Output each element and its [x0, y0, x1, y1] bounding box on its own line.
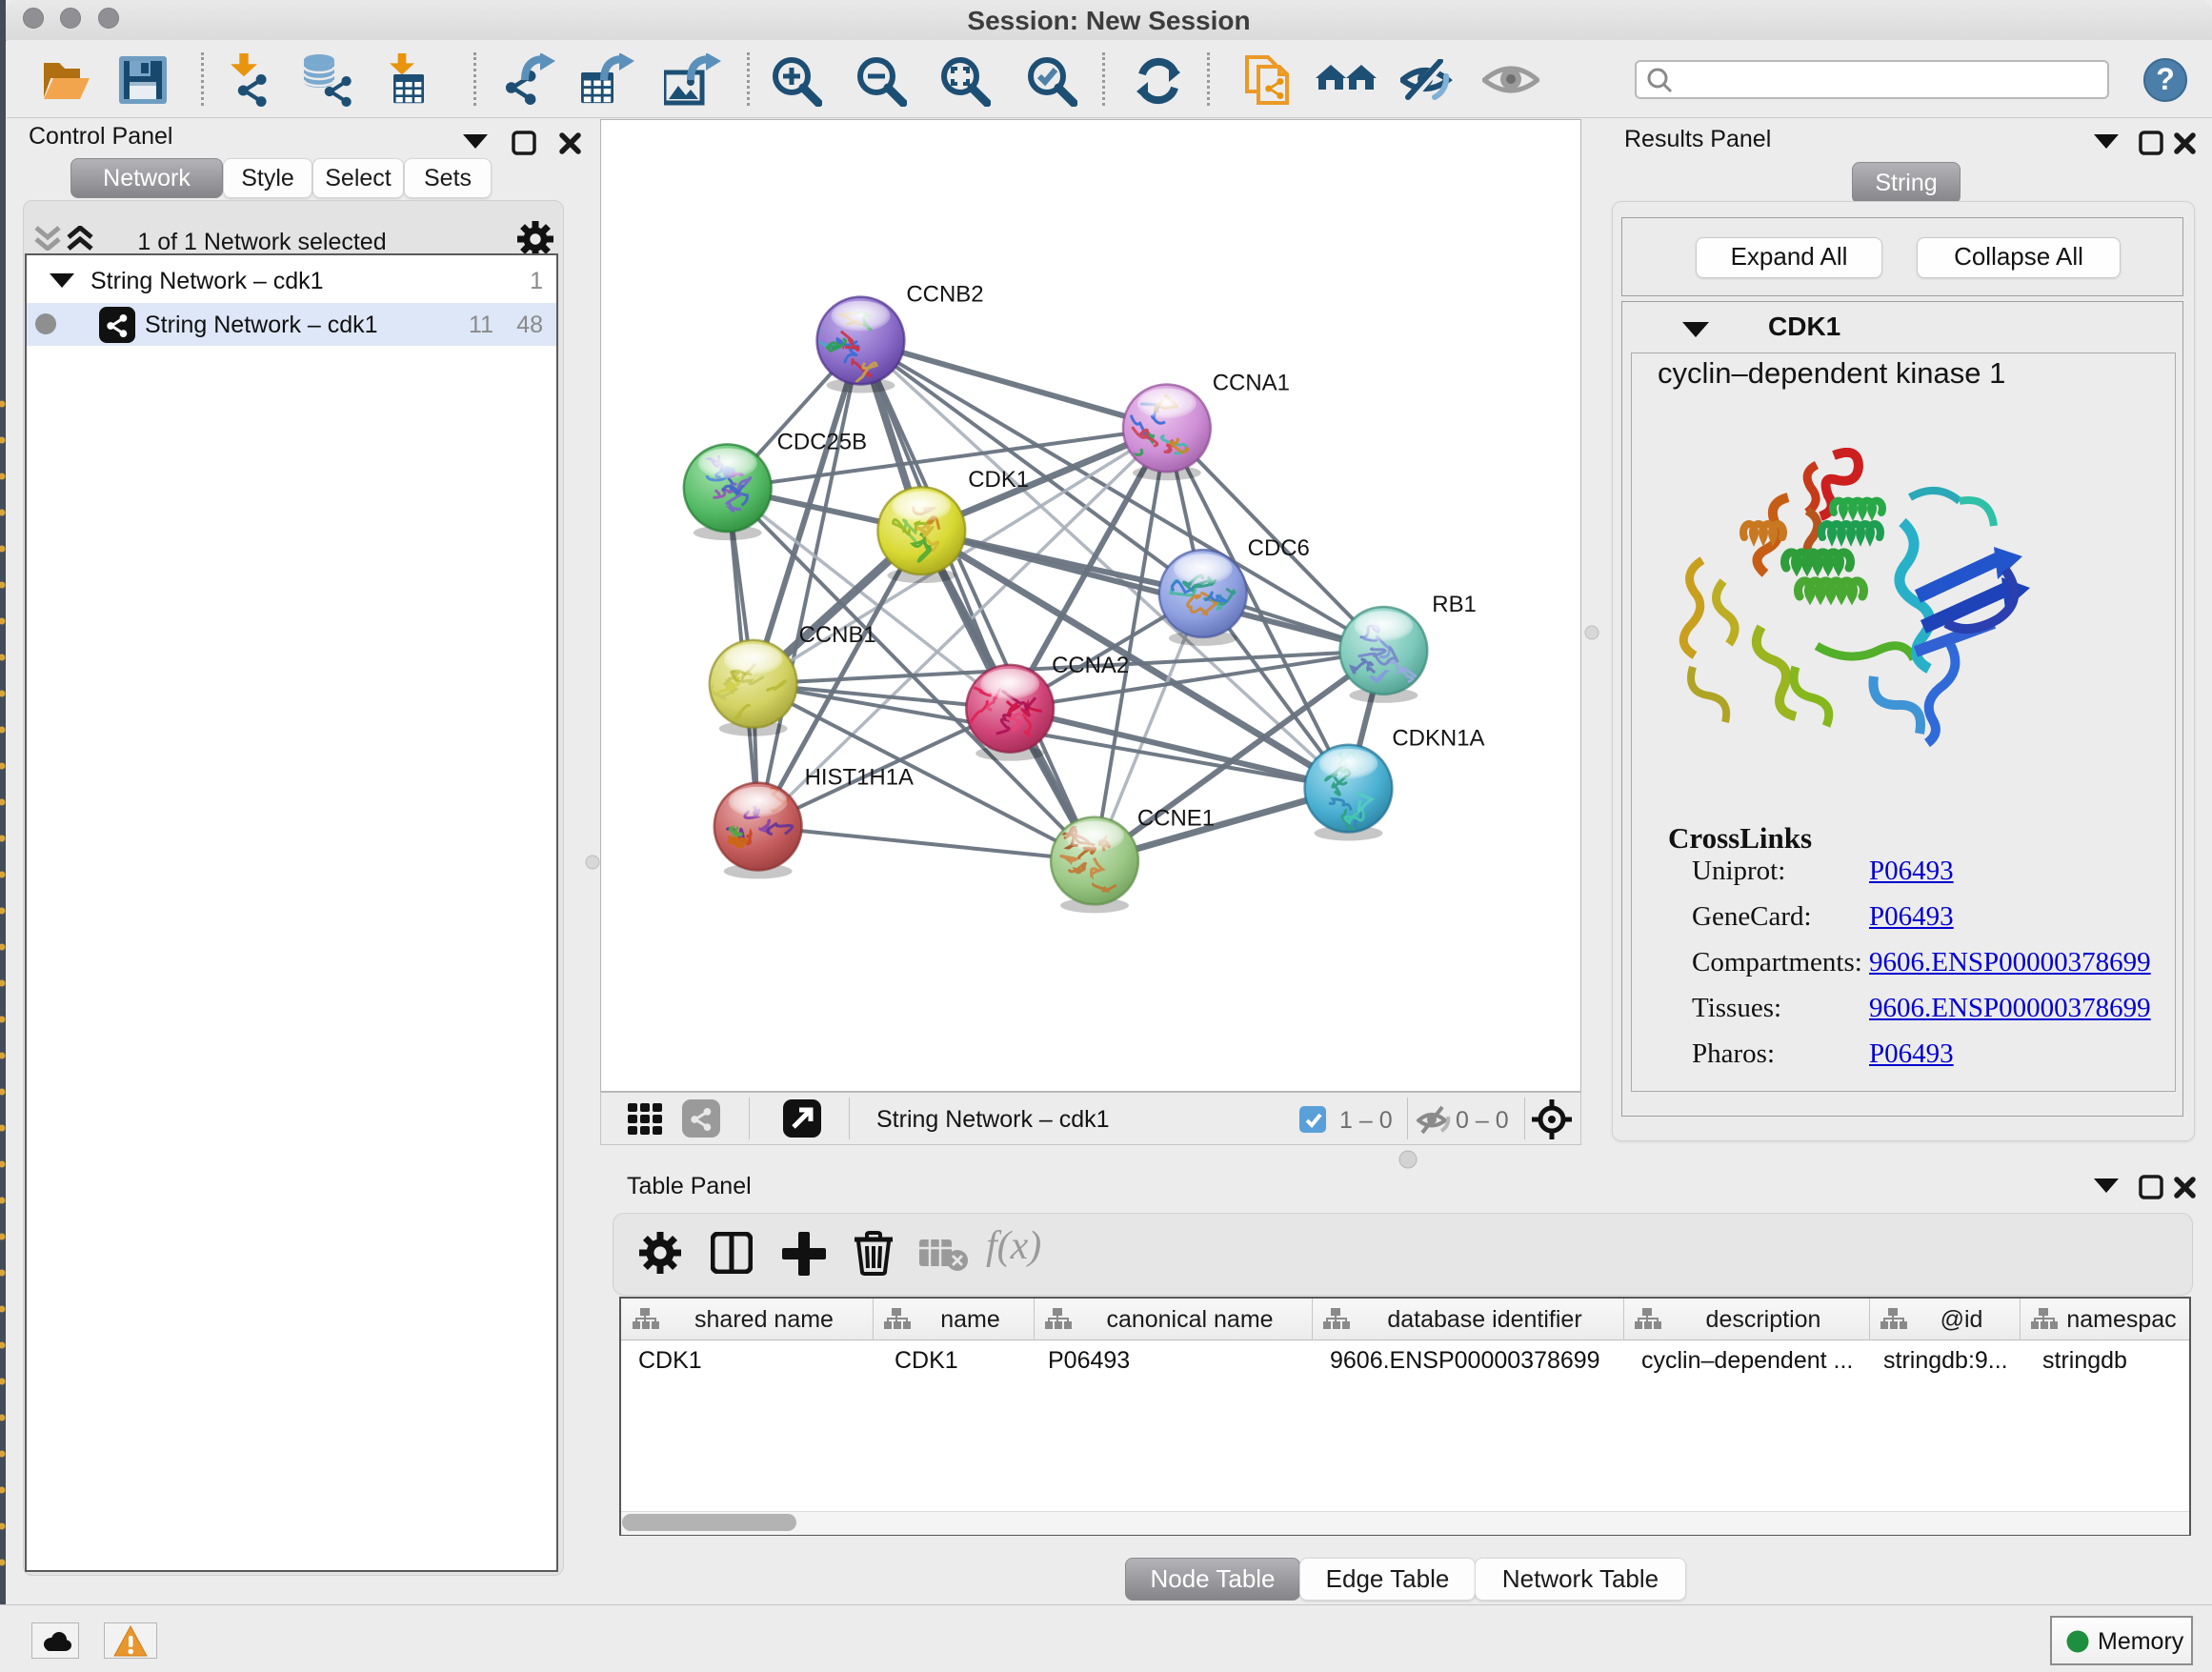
svg-text:RB1: RB1 — [1432, 592, 1477, 617]
svg-text:CCNA1: CCNA1 — [1213, 370, 1290, 395]
svg-text:HIST1H1A: HIST1H1A — [805, 765, 914, 791]
svg-text:CCNE1: CCNE1 — [1137, 806, 1215, 832]
svg-text:CDC6: CDC6 — [1248, 535, 1310, 561]
svg-text:CDK1: CDK1 — [968, 467, 1029, 493]
svg-text:CDKN1A: CDKN1A — [1392, 726, 1484, 752]
svg-text:CDC25B: CDC25B — [777, 429, 867, 454]
svg-text:CCNB2: CCNB2 — [906, 282, 983, 308]
svg-text:?: ? — [2156, 62, 2175, 96]
svg-text:CCNB1: CCNB1 — [799, 622, 876, 648]
svg-text:CCNA2: CCNA2 — [1052, 653, 1129, 678]
